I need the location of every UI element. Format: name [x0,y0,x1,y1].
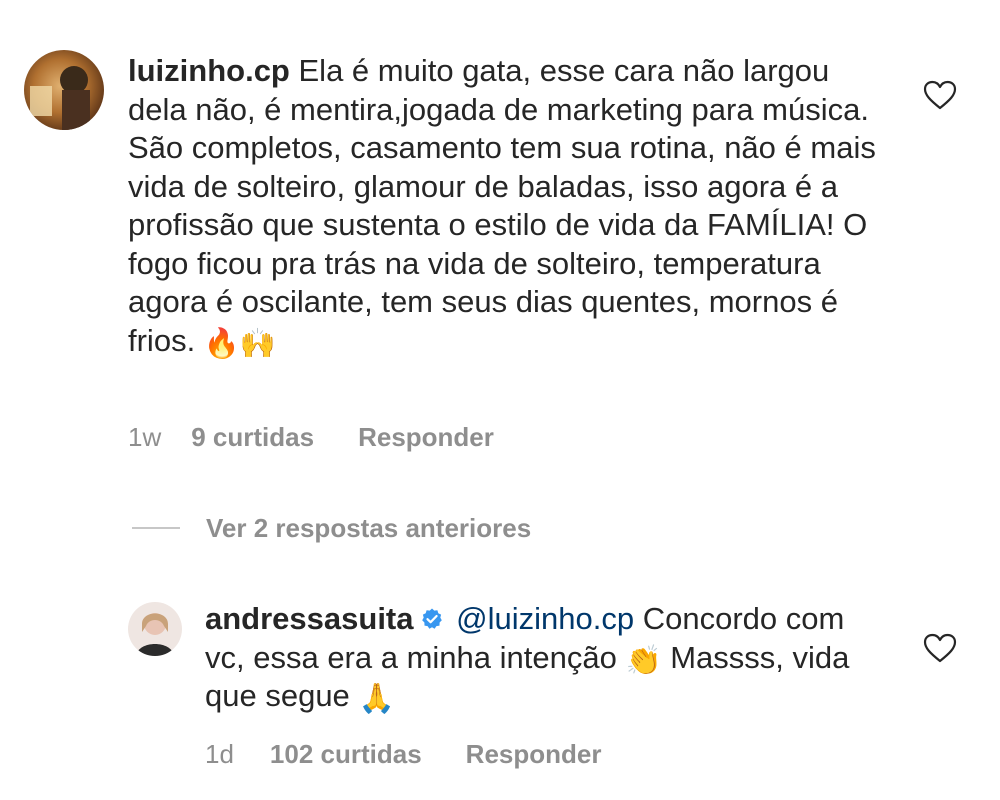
folded-hands-emoji: 🙏 [358,683,395,715]
like-icon[interactable] [923,80,957,110]
verified-badge-icon [420,607,444,631]
view-replies-toggle[interactable]: Ver 2 respostas anteriores [132,508,531,548]
comment-body: andressasuita @luizinho.cp Concordo com … [205,600,865,716]
username[interactable]: andressasuita [205,601,414,636]
raising-hands-emoji: 🙌 [239,327,277,360]
timestamp: 1w [128,422,162,452]
timestamp: 1d [205,739,234,769]
like-icon[interactable] [923,633,957,663]
likes-count[interactable]: 9 curtidas [191,422,314,453]
reply-button[interactable]: Responder [358,422,494,453]
comment-body: luizinho.cp Ela é muito gata, esse cara … [128,52,888,360]
avatar[interactable] [128,602,182,656]
comment-meta: 1d 102 curtidas Responder [205,739,601,770]
avatar[interactable] [24,50,104,130]
view-replies-label[interactable]: Ver 2 respostas anteriores [206,513,531,544]
clapping-hands-emoji: 👏 [625,644,662,677]
mention-link[interactable]: @luizinho.cp [456,601,634,636]
reply-button[interactable]: Responder [466,739,602,770]
username[interactable]: luizinho.cp [128,53,290,88]
divider-line [132,527,180,529]
likes-count[interactable]: 102 curtidas [270,739,422,770]
comment-meta: 1w 9 curtidas Responder [128,422,494,453]
comment-text: Ela é muito gata, esse cara não largou d… [128,53,876,358]
fire-emoji: 🔥 [203,327,240,360]
